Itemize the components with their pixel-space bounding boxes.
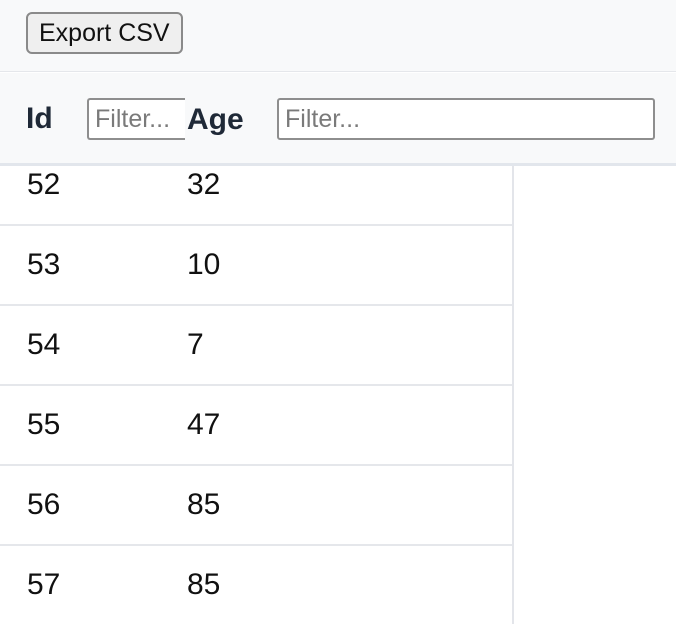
cell-id: 55 (27, 408, 61, 441)
toolbar: Export CSV (0, 0, 676, 72)
age-filter-input[interactable] (277, 98, 655, 140)
cell-age: 10 (187, 248, 221, 281)
page: Export CSV Id Age 52 32 53 10 54 7 55 47 (0, 0, 676, 624)
table-row[interactable]: 57 85 (0, 546, 512, 624)
cell-age: 47 (187, 408, 221, 441)
cell-age: 85 (187, 568, 221, 601)
grid-body[interactable]: 52 32 53 10 54 7 55 47 56 85 57 85 (0, 166, 676, 624)
column-header-age[interactable]: Age (187, 100, 244, 140)
table-row[interactable]: 52 32 (0, 166, 512, 226)
table-row[interactable]: 55 47 (0, 386, 512, 466)
table-row[interactable]: 56 85 (0, 466, 512, 546)
id-filter-input[interactable] (87, 98, 185, 140)
cell-id: 56 (27, 488, 61, 521)
cell-id: 54 (27, 328, 61, 361)
cell-id: 57 (27, 568, 61, 601)
cell-age: 32 (187, 168, 221, 201)
column-header-id[interactable]: Id (26, 99, 53, 139)
cell-id: 53 (27, 248, 61, 281)
export-csv-button[interactable]: Export CSV (26, 12, 183, 54)
cell-age: 7 (187, 328, 204, 361)
cell-age: 85 (187, 488, 221, 521)
table-row[interactable]: 54 7 (0, 306, 512, 386)
column-header-row: Id Age (0, 73, 676, 166)
table-body: 52 32 53 10 54 7 55 47 56 85 57 85 (0, 166, 514, 624)
cell-id: 52 (27, 168, 61, 201)
table-row[interactable]: 53 10 (0, 226, 512, 306)
